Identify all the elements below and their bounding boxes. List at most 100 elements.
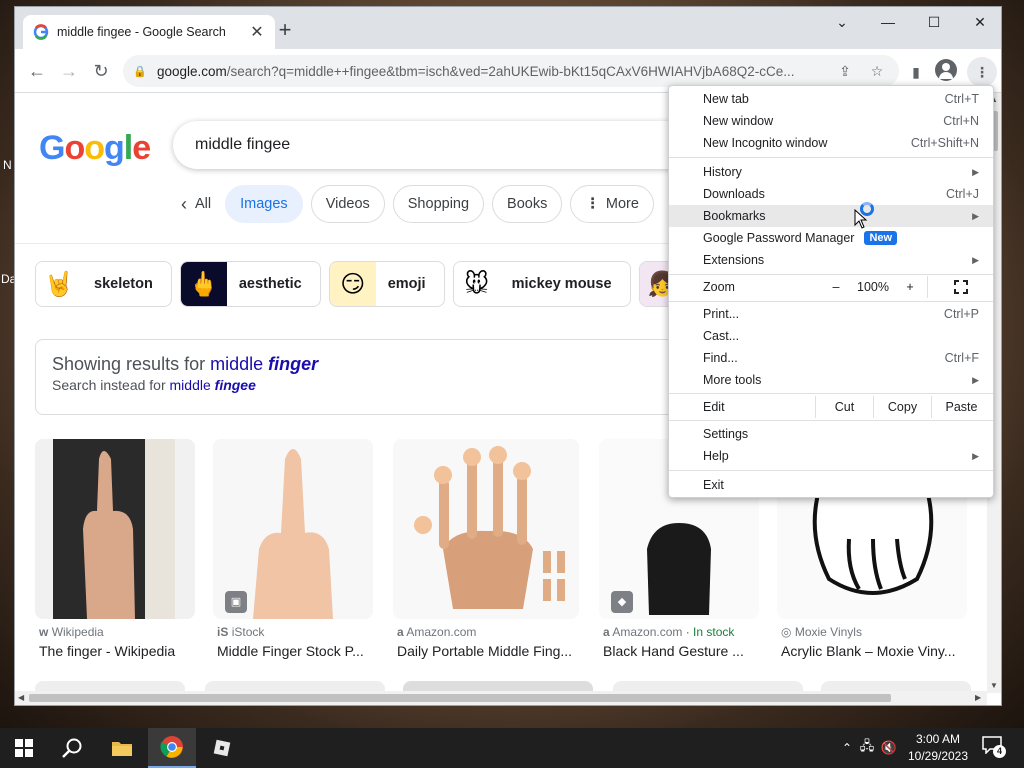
system-tray: ⌃ 🖧 🔇 xyxy=(838,728,900,768)
tab-search-button[interactable]: ⌄ xyxy=(819,7,865,39)
menu-item-find[interactable]: Find... Ctrl+F xyxy=(669,347,993,369)
url-text[interactable]: google.com/search?q=middle++fingee&tbm=i… xyxy=(157,64,825,79)
tab-more[interactable]: ⋮ More xyxy=(570,185,654,223)
folder-icon xyxy=(112,742,132,756)
refine-chip-mickey-mouse[interactable]: 🐭 mickey mouse xyxy=(452,261,631,307)
tab-all[interactable]: ‹ All xyxy=(175,185,218,223)
chevron-up-icon[interactable]: ⌃ xyxy=(838,741,856,755)
horizontal-scrollbar[interactable]: ◀ ▶ xyxy=(15,691,987,705)
browser-tab[interactable]: middle fingee - Google Search ✕ xyxy=(23,15,275,49)
menu-item-new-window[interactable]: New window Ctrl+N xyxy=(669,110,993,132)
chrome-main-menu: New tab Ctrl+T New window Ctrl+N New Incog… xyxy=(668,85,994,498)
forward-button[interactable]: → xyxy=(57,59,81,83)
result-source: a Amazon.com · In stock xyxy=(603,625,735,639)
zoom-out-button[interactable]: – xyxy=(819,280,853,294)
windows-logo-icon xyxy=(15,739,33,757)
kebab-menu-icon[interactable]: ⋮ xyxy=(971,61,993,83)
close-window-button[interactable]: ✕ xyxy=(957,7,1001,39)
tab-close-icon[interactable]: ✕ xyxy=(249,22,265,42)
minimize-button[interactable]: — xyxy=(865,7,911,39)
showing-results-text: Showing results for middle finger xyxy=(52,354,319,374)
maximize-button[interactable]: ☐ xyxy=(911,7,957,39)
result-title[interactable]: The finger - Wikipedia xyxy=(39,643,199,659)
share-icon[interactable]: ⇪ xyxy=(833,63,857,80)
taskbar-clock[interactable]: 3:00 AM 10/29/2023 xyxy=(900,731,976,765)
search-tabs: ‹ All Images Videos Shopping Books ⋮ More xyxy=(175,185,654,223)
google-logo[interactable]: Google xyxy=(39,129,151,168)
refine-chip-aesthetic[interactable]: 🖕 aesthetic xyxy=(179,261,321,307)
menu-item-exit[interactable]: Exit xyxy=(669,474,993,496)
result-title[interactable]: Middle Finger Stock P... xyxy=(217,643,377,659)
refine-chip-skeleton[interactable]: 🤘 skeleton xyxy=(35,261,172,307)
search-input[interactable]: middle fingee xyxy=(173,121,693,169)
zoom-level: 100% xyxy=(857,280,889,294)
copy-button[interactable]: Copy xyxy=(873,396,931,418)
back-button[interactable]: ← xyxy=(25,59,49,83)
tab-images[interactable]: Images xyxy=(225,185,303,223)
result-thumbnail[interactable] xyxy=(393,439,579,619)
refinement-chips: 🤘 skeleton 🖕 aesthetic 😏 emoji 🐭 mickey … xyxy=(35,261,687,307)
menu-item-extensions[interactable]: Extensions ▶ xyxy=(669,249,993,271)
menu-item-new-incognito[interactable]: New Incognito window Ctrl+Shift+N xyxy=(669,132,993,154)
menu-item-print[interactable]: Print... Ctrl+P xyxy=(669,303,993,325)
result-title[interactable]: Acrylic Blank – Moxie Viny... xyxy=(781,643,967,659)
menu-item-downloads[interactable]: Downloads Ctrl+J xyxy=(669,183,993,205)
chrome-taskbar-button[interactable] xyxy=(148,728,196,768)
lock-icon[interactable]: 🔒 xyxy=(133,65,147,78)
volume-icon[interactable]: 🔇 xyxy=(878,740,900,756)
original-query-link[interactable]: middle fingee xyxy=(170,377,256,393)
menu-item-bookmarks[interactable]: Bookmarks ▶ xyxy=(669,205,993,227)
zoom-in-button[interactable]: + xyxy=(893,280,927,294)
side-panel-icon[interactable]: ▮ xyxy=(905,61,927,83)
address-bar[interactable]: 🔒 google.com/search?q=middle++fingee&tbm… xyxy=(123,55,899,87)
refine-chip-emoji[interactable]: 😏 emoji xyxy=(328,261,445,307)
tab-videos[interactable]: Videos xyxy=(310,185,385,223)
search-button[interactable] xyxy=(48,728,96,768)
menu-separator xyxy=(669,157,993,158)
bookmark-star-icon[interactable]: ☆ xyxy=(865,63,889,80)
submenu-arrow-icon: ▶ xyxy=(972,210,979,221)
tab-books[interactable]: Books xyxy=(492,185,563,223)
result-title[interactable]: Black Hand Gesture ... xyxy=(603,643,763,659)
menu-item-password-manager[interactable]: Google Password Manager New xyxy=(669,227,993,249)
result-thumbnail[interactable] xyxy=(35,439,195,619)
menu-item-new-tab[interactable]: New tab Ctrl+T xyxy=(669,88,993,110)
menu-separator xyxy=(669,470,993,471)
new-tab-button[interactable]: + xyxy=(273,19,297,43)
fullscreen-button[interactable] xyxy=(927,276,993,298)
file-explorer-button[interactable] xyxy=(98,728,146,768)
start-button[interactable] xyxy=(0,728,48,768)
mickey-mouse-icon: 🐭 xyxy=(453,262,500,306)
new-badge: New xyxy=(864,231,898,245)
spelling-correction-box: Showing results for middle finger Search… xyxy=(35,339,695,415)
roblox-taskbar-button[interactable] xyxy=(198,728,246,768)
tab-shopping[interactable]: Shopping xyxy=(392,185,485,223)
scroll-down-arrow-icon[interactable]: ▼ xyxy=(990,681,998,690)
notification-center-button[interactable]: 4 xyxy=(982,736,1006,760)
cut-button[interactable]: Cut xyxy=(815,396,873,418)
fullscreen-icon xyxy=(953,280,968,294)
menu-item-settings[interactable]: Settings xyxy=(669,423,993,445)
menu-item-more-tools[interactable]: More tools ▶ xyxy=(669,369,993,391)
reload-button[interactable]: ↻ xyxy=(89,59,113,83)
scroll-thumb[interactable] xyxy=(29,694,891,702)
menu-item-cast[interactable]: Cast... xyxy=(669,325,993,347)
profile-avatar[interactable] xyxy=(935,59,957,81)
network-icon[interactable]: 🖧 xyxy=(856,737,878,759)
menu-item-history[interactable]: History ▶ xyxy=(669,161,993,183)
submenu-arrow-icon: ▶ xyxy=(972,374,979,385)
menu-item-help[interactable]: Help ▶ xyxy=(669,445,993,467)
result-source: w Wikipedia xyxy=(39,625,104,639)
corrected-query-link[interactable]: middle finger xyxy=(210,354,318,374)
scroll-left-arrow-icon[interactable]: ◀ xyxy=(18,693,24,702)
skeleton-hand-icon: 🤘 xyxy=(36,262,82,306)
search-icon xyxy=(62,738,82,758)
desktop-icon-label[interactable]: N xyxy=(3,158,12,172)
scroll-right-arrow-icon[interactable]: ▶ xyxy=(975,693,981,702)
paste-button[interactable]: Paste xyxy=(931,396,991,418)
tab-strip: middle fingee - Google Search ✕ + ⌄ — ☐ … xyxy=(15,7,1001,49)
result-title[interactable]: Daily Portable Middle Fing... xyxy=(397,643,583,659)
aesthetic-hand-icon: 🖕 xyxy=(180,262,227,306)
clock-date: 10/29/2023 xyxy=(907,749,969,763)
image-badge-icon: ▣ xyxy=(225,591,247,613)
